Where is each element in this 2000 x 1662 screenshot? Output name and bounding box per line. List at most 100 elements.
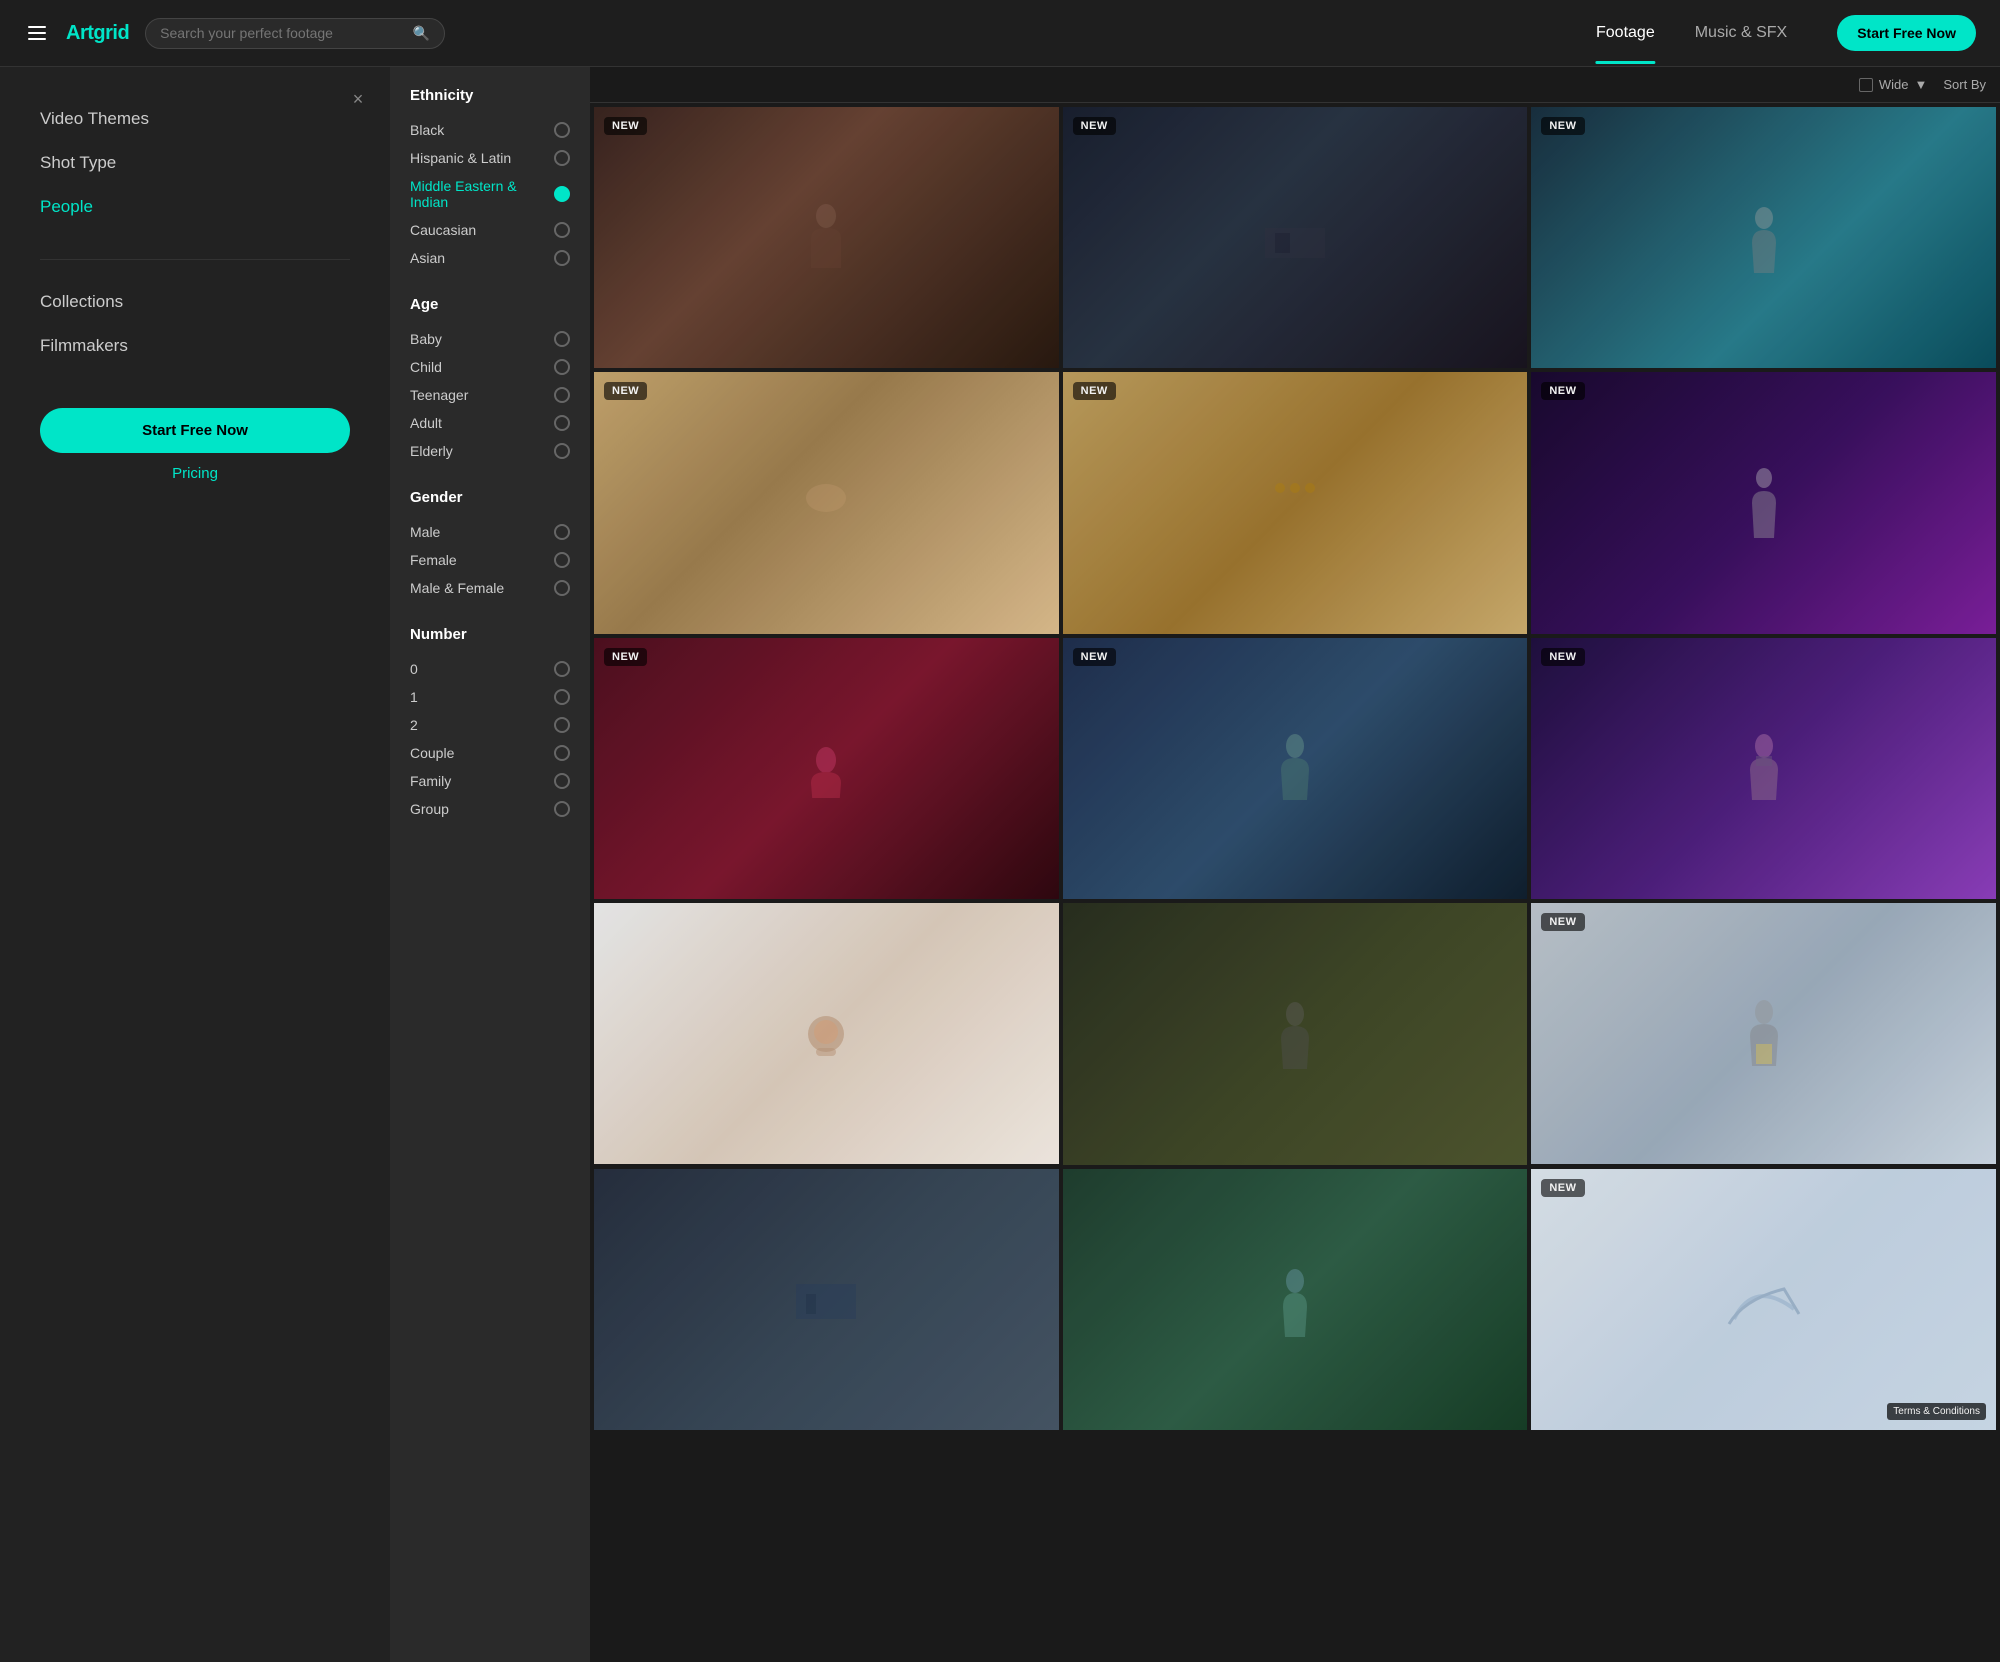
new-badge-2: NEW	[1073, 117, 1116, 135]
filter-dot-hispanic[interactable]	[554, 150, 570, 166]
filter-label-black: Black	[410, 122, 444, 138]
video-card-5[interactable]: NEW	[1063, 372, 1528, 633]
new-badge-8: NEW	[1073, 648, 1116, 666]
filter-dot-baby[interactable]	[554, 331, 570, 347]
filter-item-child[interactable]: Child	[410, 353, 570, 381]
video-card-15[interactable]: NEW Terms & Conditions	[1531, 1169, 1996, 1430]
header-nav: Footage Music & SFX	[1576, 16, 1807, 50]
filter-item-0[interactable]: 0	[410, 655, 570, 683]
search-input[interactable]	[160, 25, 405, 41]
filter-dot-0[interactable]	[554, 661, 570, 677]
video-card-7[interactable]: NEW	[594, 638, 1059, 899]
sidebar-pricing-link[interactable]: Pricing	[40, 465, 350, 482]
sidebar-start-free-button[interactable]: Start Free Now	[40, 408, 350, 453]
filter-dot-black[interactable]	[554, 122, 570, 138]
filter-item-caucasian[interactable]: Caucasian	[410, 216, 570, 244]
sidebar-item-collections[interactable]: Collections	[40, 280, 350, 324]
new-badge-3: NEW	[1541, 117, 1584, 135]
sort-by-control[interactable]: Sort By	[1943, 77, 1986, 92]
filter-label-1: 1	[410, 689, 418, 705]
filter-label-child: Child	[410, 359, 442, 375]
filter-dot-adult[interactable]	[554, 415, 570, 431]
video-card-9[interactable]: NEW	[1531, 638, 1996, 899]
header-right: Start Free Now	[1837, 15, 1976, 51]
card-content-8	[1063, 638, 1528, 899]
new-badge-9: NEW	[1541, 648, 1584, 666]
new-badge-4: NEW	[604, 382, 647, 400]
filter-section-number: Number 0 1 2 Couple Family Gr	[410, 626, 570, 823]
filter-label-middle-eastern: Middle Eastern & Indian	[410, 178, 554, 210]
card-content-15	[1531, 1169, 1996, 1430]
filter-dot-child[interactable]	[554, 359, 570, 375]
video-card-4[interactable]: NEW	[594, 372, 1059, 633]
sort-by-label: Sort By	[1943, 77, 1986, 92]
video-card-3[interactable]: NEW	[1531, 107, 1996, 368]
filter-dot-caucasian[interactable]	[554, 222, 570, 238]
filter-item-middle-eastern[interactable]: Middle Eastern & Indian	[410, 172, 570, 216]
filter-item-group[interactable]: Group	[410, 795, 570, 823]
sidebar-item-people[interactable]: People	[40, 185, 350, 229]
filter-dot-male[interactable]	[554, 524, 570, 540]
video-card-13[interactable]	[594, 1169, 1059, 1430]
filter-dot-teenager[interactable]	[554, 387, 570, 403]
filter-item-family[interactable]: Family	[410, 767, 570, 795]
card-content-4	[594, 372, 1059, 633]
filter-item-adult[interactable]: Adult	[410, 409, 570, 437]
nav-item-footage[interactable]: Footage	[1576, 16, 1675, 50]
filter-label-couple: Couple	[410, 745, 454, 761]
card-content-13	[594, 1169, 1059, 1430]
filter-dot-1[interactable]	[554, 689, 570, 705]
filter-dot-couple[interactable]	[554, 745, 570, 761]
wide-checkbox[interactable]	[1859, 78, 1873, 92]
wide-label: Wide	[1879, 77, 1909, 92]
filter-section-gender: Gender Male Female Male & Female	[410, 489, 570, 602]
new-badge-6: NEW	[1541, 382, 1584, 400]
video-card-1[interactable]: NEW	[594, 107, 1059, 368]
video-card-11[interactable]	[1063, 903, 1528, 1164]
video-card-2[interactable]: NEW	[1063, 107, 1528, 368]
filter-item-teenager[interactable]: Teenager	[410, 381, 570, 409]
filter-label-0: 0	[410, 661, 418, 677]
filter-label-male: Male	[410, 524, 440, 540]
filter-dot-family[interactable]	[554, 773, 570, 789]
filter-dot-2[interactable]	[554, 717, 570, 733]
filter-label-2: 2	[410, 717, 418, 733]
sidebar-item-filmmakers[interactable]: Filmmakers	[40, 324, 350, 368]
sidebar-item-video-themes[interactable]: Video Themes	[40, 97, 350, 141]
logo[interactable]: Artgrid	[66, 22, 129, 45]
header-start-free-button[interactable]: Start Free Now	[1837, 15, 1976, 51]
filter-dot-elderly[interactable]	[554, 443, 570, 459]
search-icon: 🔍	[413, 25, 430, 42]
filter-item-baby[interactable]: Baby	[410, 325, 570, 353]
video-card-8[interactable]: NEW	[1063, 638, 1528, 899]
filter-label-male-female: Male & Female	[410, 580, 504, 596]
filter-item-couple[interactable]: Couple	[410, 739, 570, 767]
nav-item-music-sfx[interactable]: Music & SFX	[1675, 16, 1807, 50]
filter-item-2[interactable]: 2	[410, 711, 570, 739]
sidebar-item-shot-type[interactable]: Shot Type	[40, 141, 350, 185]
filter-item-black[interactable]: Black	[410, 116, 570, 144]
filter-item-female[interactable]: Female	[410, 546, 570, 574]
card-content-9	[1531, 638, 1996, 899]
video-card-12[interactable]: NEW	[1531, 903, 1996, 1164]
filter-dot-male-female[interactable]	[554, 580, 570, 596]
video-card-6[interactable]: NEW	[1531, 372, 1996, 633]
filter-dot-group[interactable]	[554, 801, 570, 817]
hamburger-menu-icon[interactable]	[24, 22, 50, 44]
filter-item-1[interactable]: 1	[410, 683, 570, 711]
video-card-14[interactable]	[1063, 1169, 1528, 1430]
filter-item-hispanic[interactable]: Hispanic & Latin	[410, 144, 570, 172]
sidebar-close-button[interactable]: ×	[346, 87, 370, 111]
sidebar-nav: Video Themes Shot Type People	[0, 87, 390, 249]
filter-dot-middle-eastern[interactable]	[554, 186, 570, 202]
filter-item-male-female[interactable]: Male & Female	[410, 574, 570, 602]
filter-item-elderly[interactable]: Elderly	[410, 437, 570, 465]
filter-item-male[interactable]: Male	[410, 518, 570, 546]
video-card-10[interactable]	[594, 903, 1059, 1164]
filter-item-asian[interactable]: Asian	[410, 244, 570, 272]
filter-dot-asian[interactable]	[554, 250, 570, 266]
card-content-12	[1531, 903, 1996, 1164]
filter-dot-female[interactable]	[554, 552, 570, 568]
terms-badge: Terms & Conditions	[1887, 1403, 1986, 1420]
wide-control[interactable]: Wide ▼	[1859, 77, 1928, 92]
